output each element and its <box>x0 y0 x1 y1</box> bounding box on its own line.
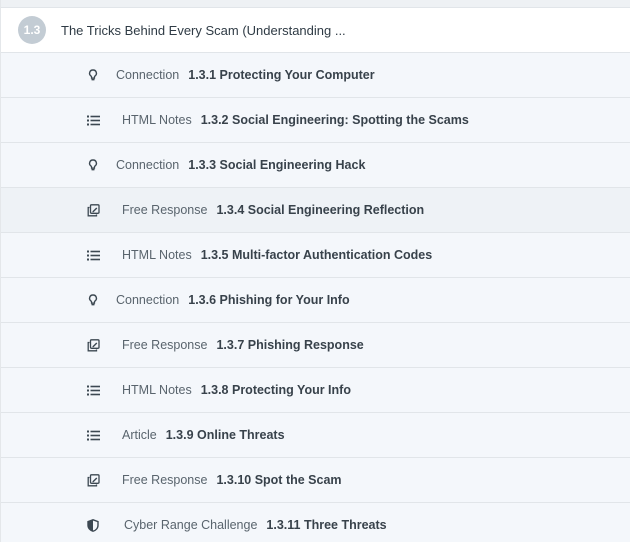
activity-type: Free Response <box>122 203 208 217</box>
activity-type: Connection <box>116 158 180 172</box>
section-title: The Tricks Behind Every Scam (Understand… <box>61 22 346 38</box>
activity-title: 1.3.11 Three Threats <box>266 518 387 532</box>
activity-title: 1.3.10 Spot the Scam <box>216 473 342 487</box>
section-number-badge: 1.3 <box>18 16 46 44</box>
list-icon <box>86 428 100 442</box>
activity-type: Free Response <box>122 338 208 352</box>
activity-item[interactable]: HTML Notes 1.3.5 Multi-factor Authentica… <box>1 233 630 278</box>
lesson-panel: 1.3 The Tricks Behind Every Scam (Unders… <box>0 0 630 542</box>
activity-item[interactable]: Connection 1.3.6 Phishing for Your Info <box>1 278 630 323</box>
section-header[interactable]: 1.3 The Tricks Behind Every Scam (Unders… <box>1 8 630 53</box>
copy-edit-icon <box>86 203 100 217</box>
activity-title: 1.3.1 Protecting Your Computer <box>188 68 375 82</box>
list-icon <box>86 248 100 262</box>
activity-title: 1.3.7 Phishing Response <box>216 338 364 352</box>
activity-type: Article <box>122 428 157 442</box>
activity-title: 1.3.2 Social Engineering: Spotting the S… <box>200 113 469 127</box>
activity-title: 1.3.5 Multi-factor Authentication Codes <box>200 248 433 262</box>
copy-edit-icon <box>86 473 100 487</box>
activity-item[interactable]: HTML Notes 1.3.2 Social Engineering: Spo… <box>1 98 630 143</box>
activity-item[interactable]: Cyber Range Challenge 1.3.11 Three Threa… <box>1 503 630 542</box>
activity-item[interactable]: Connection 1.3.1 Protecting Your Compute… <box>1 53 630 98</box>
top-divider <box>1 0 630 8</box>
activity-type: HTML Notes <box>122 383 192 397</box>
activity-item[interactable]: Free Response 1.3.4 Social Engineering R… <box>1 188 630 233</box>
activity-item[interactable]: HTML Notes 1.3.8 Protecting Your Info <box>1 368 630 413</box>
activity-item[interactable]: Free Response 1.3.7 Phishing Response <box>1 323 630 368</box>
activity-title: 1.3.9 Online Threats <box>165 428 285 442</box>
activity-type: Free Response <box>122 473 208 487</box>
copy-edit-icon <box>86 338 100 352</box>
activity-item[interactable]: Free Response 1.3.10 Spot the Scam <box>1 458 630 503</box>
activity-item[interactable]: Article 1.3.9 Online Threats <box>1 413 630 458</box>
activity-title: 1.3.3 Social Engineering Hack <box>188 158 366 172</box>
activity-list: Connection 1.3.1 Protecting Your Compute… <box>1 53 630 542</box>
activity-type: HTML Notes <box>122 113 192 127</box>
activity-title: 1.3.4 Social Engineering Reflection <box>216 203 425 217</box>
list-icon <box>86 113 100 127</box>
lightbulb-icon <box>86 158 100 172</box>
activity-type: HTML Notes <box>122 248 192 262</box>
activity-type: Cyber Range Challenge <box>124 518 258 532</box>
activity-item[interactable]: Connection 1.3.3 Social Engineering Hack <box>1 143 630 188</box>
activity-type: Connection <box>116 293 180 307</box>
activity-title: 1.3.6 Phishing for Your Info <box>188 293 350 307</box>
activity-title: 1.3.8 Protecting Your Info <box>200 383 351 397</box>
lightbulb-icon <box>86 68 100 82</box>
lightbulb-icon <box>86 293 100 307</box>
shield-icon <box>86 518 100 532</box>
activity-type: Connection <box>116 68 180 82</box>
list-icon <box>86 383 100 397</box>
